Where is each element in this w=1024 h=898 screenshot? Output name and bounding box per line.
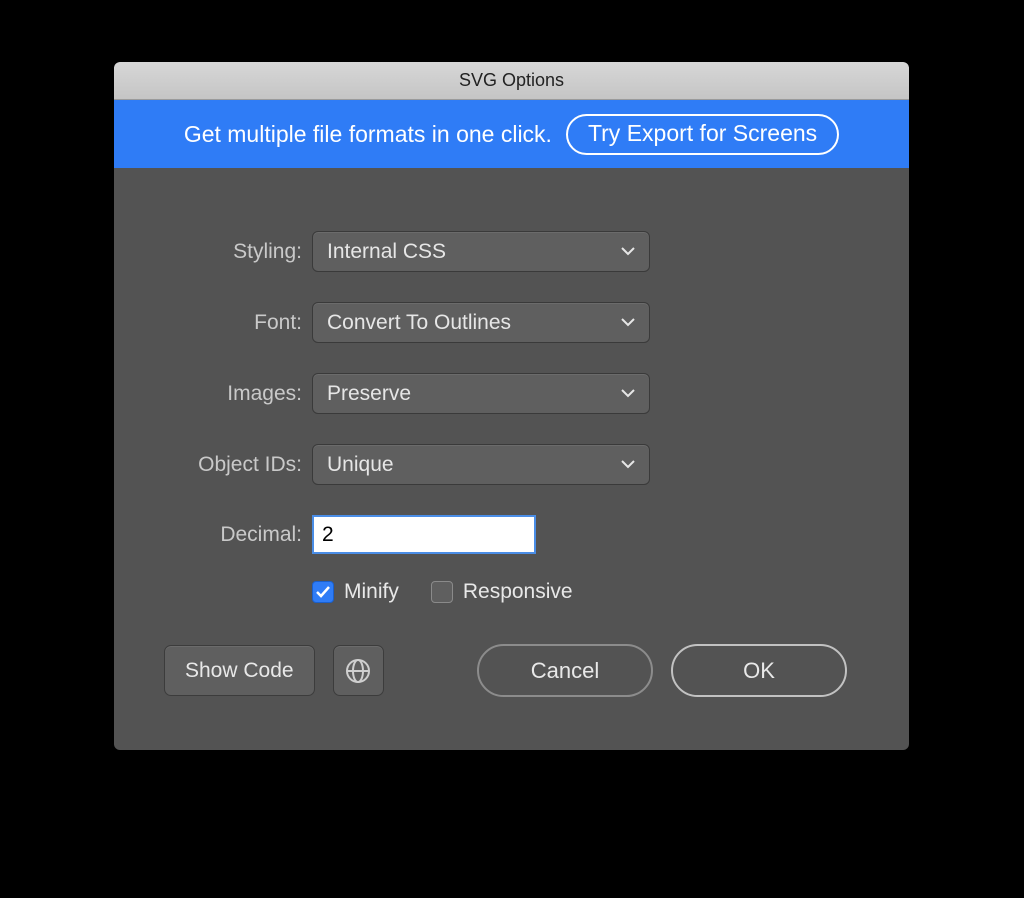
cancel-button[interactable]: Cancel <box>477 644 653 697</box>
dialog-body: Styling: Internal CSS Font: Convert To O… <box>114 168 909 750</box>
row-decimal: Decimal: <box>144 515 879 554</box>
font-select[interactable]: Convert To Outlines <box>312 302 650 343</box>
globe-icon <box>345 658 371 684</box>
label-decimal: Decimal: <box>144 523 302 547</box>
styling-select-value: Internal CSS <box>327 240 446 264</box>
minify-label: Minify <box>344 580 399 604</box>
row-styling: Styling: Internal CSS <box>144 231 879 272</box>
minify-checkbox[interactable]: Minify <box>312 580 399 604</box>
images-select[interactable]: Preserve <box>312 373 650 414</box>
dialog-title: SVG Options <box>459 70 564 91</box>
chevron-down-icon <box>621 389 635 398</box>
images-select-value: Preserve <box>327 382 411 406</box>
web-preview-button[interactable] <box>333 645 384 696</box>
font-select-value: Convert To Outlines <box>327 311 511 335</box>
checkbox-unchecked-icon <box>431 581 453 603</box>
label-images: Images: <box>144 382 302 406</box>
label-font: Font: <box>144 311 302 335</box>
dialog-titlebar[interactable]: SVG Options <box>114 62 909 100</box>
object-ids-select-value: Unique <box>327 453 394 477</box>
label-object-ids: Object IDs: <box>144 453 302 477</box>
responsive-label: Responsive <box>463 580 573 604</box>
svg-options-dialog: SVG Options Get multiple file formats in… <box>114 62 909 750</box>
show-code-label: Show Code <box>185 659 294 683</box>
label-styling: Styling: <box>144 240 302 264</box>
responsive-checkbox[interactable]: Responsive <box>431 580 573 604</box>
checkbox-row: Minify Responsive <box>312 580 879 604</box>
cancel-label: Cancel <box>531 658 599 684</box>
try-export-for-screens-button[interactable]: Try Export for Screens <box>566 114 839 155</box>
chevron-down-icon <box>621 460 635 469</box>
chevron-down-icon <box>621 247 635 256</box>
row-images: Images: Preserve <box>144 373 879 414</box>
decimal-input[interactable] <box>312 515 536 554</box>
show-code-button[interactable]: Show Code <box>164 645 315 696</box>
styling-select[interactable]: Internal CSS <box>312 231 650 272</box>
promo-banner: Get multiple file formats in one click. … <box>114 100 909 168</box>
dialog-footer: Show Code Cancel OK <box>144 644 879 697</box>
checkbox-checked-icon <box>312 581 334 603</box>
row-object-ids: Object IDs: Unique <box>144 444 879 485</box>
row-font: Font: Convert To Outlines <box>144 302 879 343</box>
chevron-down-icon <box>621 318 635 327</box>
promo-text: Get multiple file formats in one click. <box>184 121 552 148</box>
object-ids-select[interactable]: Unique <box>312 444 650 485</box>
ok-button[interactable]: OK <box>671 644 847 697</box>
ok-label: OK <box>743 658 775 684</box>
